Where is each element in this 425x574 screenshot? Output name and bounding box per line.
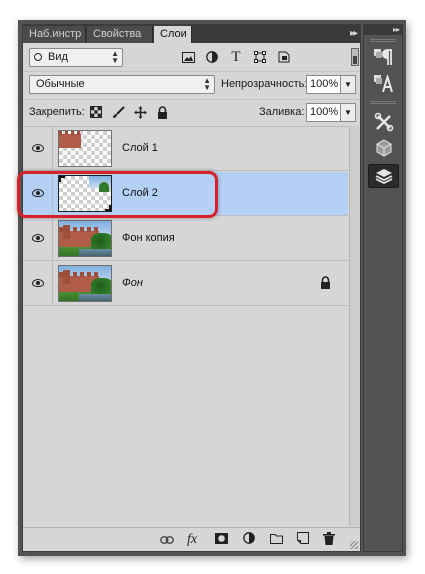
layer-name: Фон копия [122, 232, 175, 244]
tools-icon[interactable] [368, 110, 399, 134]
adjustment-layer-icon[interactable] [241, 532, 257, 548]
lock-row: Закрепить: Заливка: 100% ▼ [23, 99, 360, 125]
trees [91, 278, 111, 294]
lock-transparent-pixels-icon[interactable] [89, 106, 103, 120]
wall-fragment [59, 134, 81, 148]
layer-name: Фон [122, 277, 143, 289]
layers-list: Слой 1 Слой 2 Фон копия Фон [23, 126, 348, 526]
eye-icon [32, 144, 44, 152]
water [79, 249, 111, 256]
layers-panel: Наб.инстр Свойства Слои ▸▸ Вид ▲ ▼ T Обы… [22, 24, 361, 552]
fill-label: Заливка: [259, 106, 305, 118]
collapse-panel-icon[interactable]: ▸▸ [350, 26, 358, 42]
filter-row: Вид ▲ ▼ T [23, 44, 360, 70]
new-group-icon[interactable] [268, 532, 284, 548]
panel-tab-bar: Наб.инстр Свойства Слои ▸▸ [23, 25, 360, 43]
visibility-toggle[interactable] [23, 127, 53, 170]
lock-image-pixels-icon[interactable] [111, 106, 125, 120]
tower [63, 270, 70, 284]
lock-position-icon[interactable] [133, 106, 147, 120]
resize-grip[interactable] [350, 541, 358, 549]
trees [91, 233, 111, 249]
spinner-arrows-icon: ▲ ▼ [203, 76, 211, 92]
tab-layers[interactable]: Слои [154, 26, 192, 43]
layer-thumbnail [58, 265, 112, 302]
new-layer-icon[interactable] [295, 532, 311, 548]
image-filter-icon[interactable] [180, 49, 196, 65]
opacity-dropdown-button[interactable]: ▼ [341, 75, 356, 94]
layer-row-background-copy[interactable]: Фон копия [23, 217, 348, 261]
layer-thumbnail [58, 130, 112, 167]
fx-icon[interactable]: fx [184, 532, 200, 548]
layers-bottom-toolbar: fx [23, 527, 360, 551]
delete-icon[interactable] [321, 532, 337, 548]
layer-thumbnail [58, 175, 112, 212]
lock-all-icon[interactable] [155, 106, 169, 120]
dock-collapse-icon[interactable]: ▸▸ [364, 25, 402, 35]
layer-row-layer-1[interactable]: Слой 1 [23, 127, 348, 171]
tree-fragment [99, 182, 109, 192]
layers-scrollbar[interactable] [349, 126, 360, 526]
3d-icon[interactable] [368, 136, 399, 160]
blend-mode-value: Обычные [36, 78, 85, 90]
layers-panel-icon[interactable] [368, 164, 399, 188]
paragraph-styles-icon[interactable] [368, 46, 399, 70]
eye-icon [32, 189, 44, 197]
layer-row-layer-2[interactable]: Слой 2 [23, 172, 348, 216]
layer-mask-icon[interactable] [213, 532, 229, 548]
search-icon [34, 53, 42, 61]
shape-filter-icon[interactable] [252, 49, 268, 65]
corner-mark [59, 176, 65, 182]
dock-grip[interactable] [370, 39, 396, 42]
layer-row-background[interactable]: Фон [23, 262, 348, 306]
filter-kind-dropdown[interactable]: Вид ▲ ▼ [29, 48, 123, 67]
battlement-fragment [59, 131, 81, 135]
right-dock: ▸▸ [363, 24, 403, 552]
visibility-toggle[interactable] [23, 262, 53, 305]
blend-row: Обычные ▲ ▼ Непрозрачность: 100% ▼ [23, 71, 360, 97]
tab-tool-presets[interactable]: Наб.инстр [23, 26, 86, 43]
visibility-toggle[interactable] [23, 172, 53, 215]
layer-name: Слой 2 [122, 187, 158, 199]
character-styles-icon[interactable] [368, 72, 399, 96]
corner-mark [105, 205, 111, 211]
fill-dropdown-button[interactable]: ▼ [341, 103, 356, 122]
tower [63, 225, 70, 239]
blend-mode-dropdown[interactable]: Обычные ▲ ▼ [29, 75, 215, 94]
layer-thumbnail [58, 220, 112, 257]
adjustment-filter-icon[interactable] [204, 49, 220, 65]
opacity-label: Непрозрачность: [221, 78, 308, 90]
layer-name: Слой 1 [122, 142, 158, 154]
lock-icon [320, 276, 332, 290]
filter-toggle-switch[interactable] [351, 48, 359, 66]
eye-icon [32, 279, 44, 287]
opacity-input[interactable]: 100% [306, 75, 341, 94]
eye-icon [32, 234, 44, 242]
water [79, 294, 111, 301]
fill-input[interactable]: 100% [306, 103, 341, 122]
type-filter-icon[interactable]: T [228, 49, 244, 65]
dock-grip[interactable] [370, 101, 396, 104]
visibility-toggle[interactable] [23, 217, 53, 260]
link-layers-icon[interactable] [159, 532, 175, 548]
filter-kind-label: Вид [48, 51, 68, 63]
spinner-arrows-icon: ▲ ▼ [111, 49, 119, 65]
tab-properties[interactable]: Свойства [87, 26, 153, 43]
lock-label: Закрепить: [29, 106, 85, 118]
smart-object-filter-icon[interactable] [276, 49, 292, 65]
